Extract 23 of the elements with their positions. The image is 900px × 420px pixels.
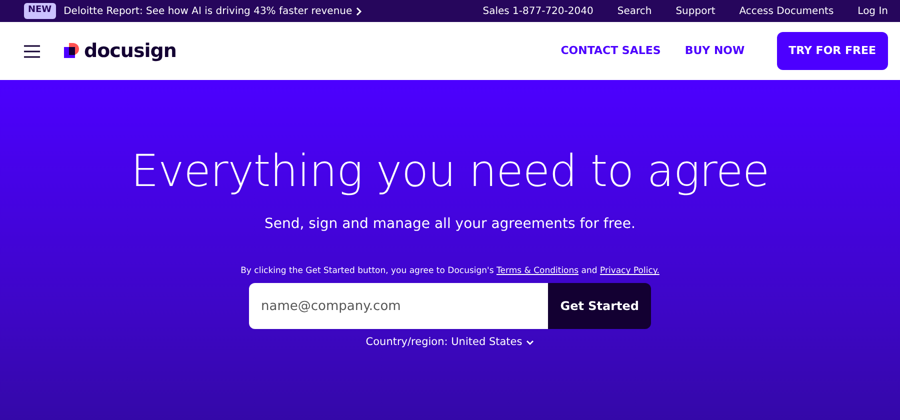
region-selector[interactable]: Country/region: United States bbox=[366, 335, 534, 351]
privacy-link[interactable]: Privacy Policy. bbox=[600, 266, 660, 276]
nav-link[interactable]: CONTACT SALES bbox=[560, 42, 661, 60]
chevron-right-icon bbox=[356, 6, 362, 16]
logo-icon bbox=[64, 43, 80, 59]
hero-subtitle: Send, sign and manage all your agreements for free. bbox=[264, 215, 636, 234]
top-nav-link[interactable]: Log In bbox=[858, 4, 888, 18]
menu-icon[interactable] bbox=[24, 44, 40, 58]
top-nav-link[interactable]: Sales 1-877-720-2040 bbox=[482, 4, 594, 18]
hero-title: Everything you need to agree bbox=[130, 148, 770, 196]
chevron-down-icon bbox=[526, 340, 534, 346]
top-nav-link[interactable]: Search bbox=[617, 4, 652, 18]
try-for-free-button[interactable]: TRY FOR FREE bbox=[776, 32, 888, 70]
nav-link[interactable]: BUY NOW bbox=[684, 42, 745, 60]
get-started-button[interactable]: Get Started bbox=[548, 283, 651, 330]
consent-text: By clicking the Get Started button, you agree to Docusign's Terms & Conditions and Privacy Policy. bbox=[240, 265, 660, 278]
top-nav-link[interactable]: Support bbox=[676, 4, 716, 18]
promo-link[interactable]: Deloitte Report: See how AI is driving 43% faster revenue bbox=[64, 4, 362, 18]
top-nav-link[interactable]: Access Documents bbox=[739, 4, 834, 18]
new-badge: NEW bbox=[24, 3, 56, 19]
brand-name[interactable]: docusign bbox=[84, 36, 176, 66]
email-field[interactable]: name@company.com bbox=[249, 283, 548, 330]
terms-link[interactable]: Terms & Conditions bbox=[496, 266, 579, 276]
